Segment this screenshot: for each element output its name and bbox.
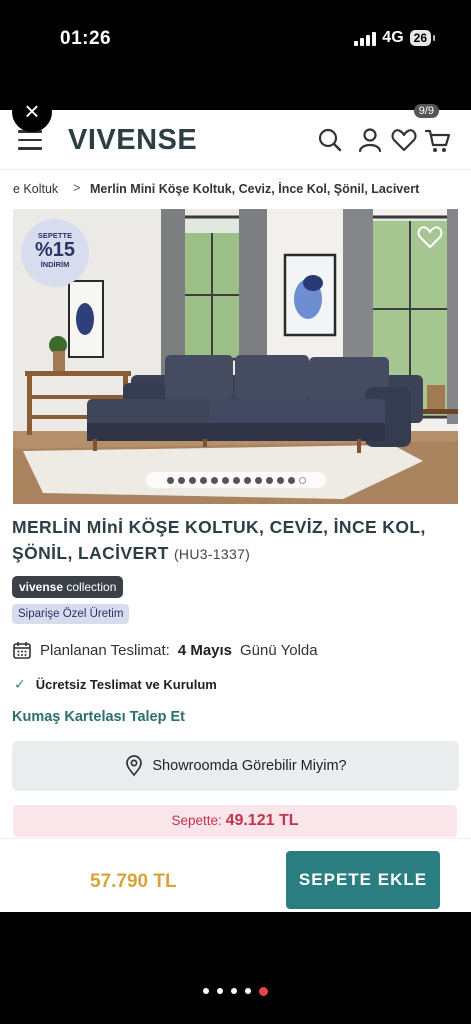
special-production-tag: Siparişe Özel Üretim xyxy=(12,604,130,624)
carousel-dot[interactable] xyxy=(243,476,251,484)
carousel-dot[interactable] xyxy=(287,476,295,484)
carousel-dot[interactable] xyxy=(298,476,306,484)
basket-price-value: 49.121 TL xyxy=(225,812,299,829)
status-indicators: 4G 26 xyxy=(354,29,436,47)
cart-icon[interactable] xyxy=(424,126,452,154)
basket-price-label: Sepette: xyxy=(171,813,222,828)
calendar-icon xyxy=(13,642,31,659)
basket-price-banner: Sepette: 49.121 TL xyxy=(13,805,457,837)
check-icon: ✓ xyxy=(14,676,26,692)
location-pin-icon xyxy=(126,755,143,777)
breadcrumb-separator: > xyxy=(73,181,81,195)
menu-icon[interactable] xyxy=(18,130,42,150)
pager-dot xyxy=(259,986,268,996)
price-bar: 57.790 TL SEPETE EKLE xyxy=(0,838,471,912)
carousel-dot[interactable] xyxy=(166,476,174,484)
search-icon[interactable] xyxy=(316,126,344,154)
breadcrumb: e Koltuk > Merlin Mini Köşe Koltuk, Cevi… xyxy=(0,178,471,202)
badge-bottom-text: İNDİRİM xyxy=(40,260,70,269)
pager-dot xyxy=(203,988,209,994)
page-counter: 9/9 xyxy=(413,104,439,118)
carousel-dot[interactable] xyxy=(265,476,273,484)
collection-tag: vivense collection xyxy=(12,576,124,598)
story-pager-dots xyxy=(0,986,471,996)
showroom-button[interactable]: Showroomda Görebilir Miyim? xyxy=(12,741,459,791)
delivery-date: 4 Mayıs xyxy=(177,641,233,659)
carousel-dot[interactable] xyxy=(254,476,262,484)
collection-brand: vivense xyxy=(19,580,64,594)
carousel-dot[interactable] xyxy=(199,476,207,484)
delivery-info: Planlanan Teslimat: 4 Mayıs Günü Yolda xyxy=(12,640,318,660)
heart-icon[interactable] xyxy=(390,126,418,154)
user-icon[interactable] xyxy=(356,126,384,154)
pager-dot xyxy=(217,988,223,994)
pager-dot xyxy=(231,988,237,994)
product-image-carousel[interactable]: SEPETTE %15 İNDİRİM xyxy=(13,209,458,504)
delivery-label: Planlanan Teslimat: xyxy=(40,641,170,659)
product-title-block: MERLİN Mİnİ KÖŞE KOLTUK, CEVİZ, İNCE KOL… xyxy=(12,514,452,567)
breadcrumb-parent[interactable]: e Koltuk xyxy=(13,182,58,196)
free-shipping-info: ✓ Ücretsiz Teslimat ve Kurulum xyxy=(14,676,217,693)
badge-percent: %15 xyxy=(34,239,76,261)
showroom-label: Showroomda Görebilir Miyim? xyxy=(152,758,347,774)
status-time: 01:26 xyxy=(60,28,112,49)
site-header: VIVENSE xyxy=(0,110,471,170)
collection-suffix: collection xyxy=(63,580,117,594)
free-shipping-label: Ücretsiz Teslimat ve Kurulum xyxy=(35,677,217,692)
signal-icon xyxy=(354,31,377,46)
network-label: 4G xyxy=(382,29,404,46)
carousel-dot[interactable] xyxy=(232,476,240,484)
carousel-dots[interactable] xyxy=(146,472,326,488)
site-logo[interactable]: VIVENSE xyxy=(68,124,197,157)
breadcrumb-current: Merlin Mini Köşe Koltuk, Ceviz, İnce Kol… xyxy=(90,182,420,196)
product-sku: (HU3-1337) xyxy=(173,546,251,562)
carousel-dot[interactable] xyxy=(210,476,218,484)
fabric-catalog-link[interactable]: Kumaş Kartelası Talep Et xyxy=(12,709,185,725)
carousel-dot[interactable] xyxy=(177,476,185,484)
add-to-cart-button[interactable]: SEPETE EKLE xyxy=(286,851,440,909)
status-bar: 01:26 4G 26 xyxy=(0,0,471,80)
pager-dot xyxy=(245,988,251,994)
app-screen: VIVENSE e Koltuk > Merlin Mini Köşe Kolt… xyxy=(0,110,471,912)
carousel-dot[interactable] xyxy=(188,476,196,484)
product-price: 57.790 TL xyxy=(90,871,177,892)
battery-icon: 26 xyxy=(409,30,436,46)
discount-badge: SEPETTE %15 İNDİRİM xyxy=(21,219,89,287)
close-button[interactable]: × xyxy=(12,92,52,132)
carousel-dot[interactable] xyxy=(221,476,229,484)
close-icon: × xyxy=(24,96,40,126)
favorite-heart-icon[interactable] xyxy=(416,223,444,251)
delivery-suffix: Günü Yolda xyxy=(240,641,318,659)
carousel-dot[interactable] xyxy=(276,476,284,484)
